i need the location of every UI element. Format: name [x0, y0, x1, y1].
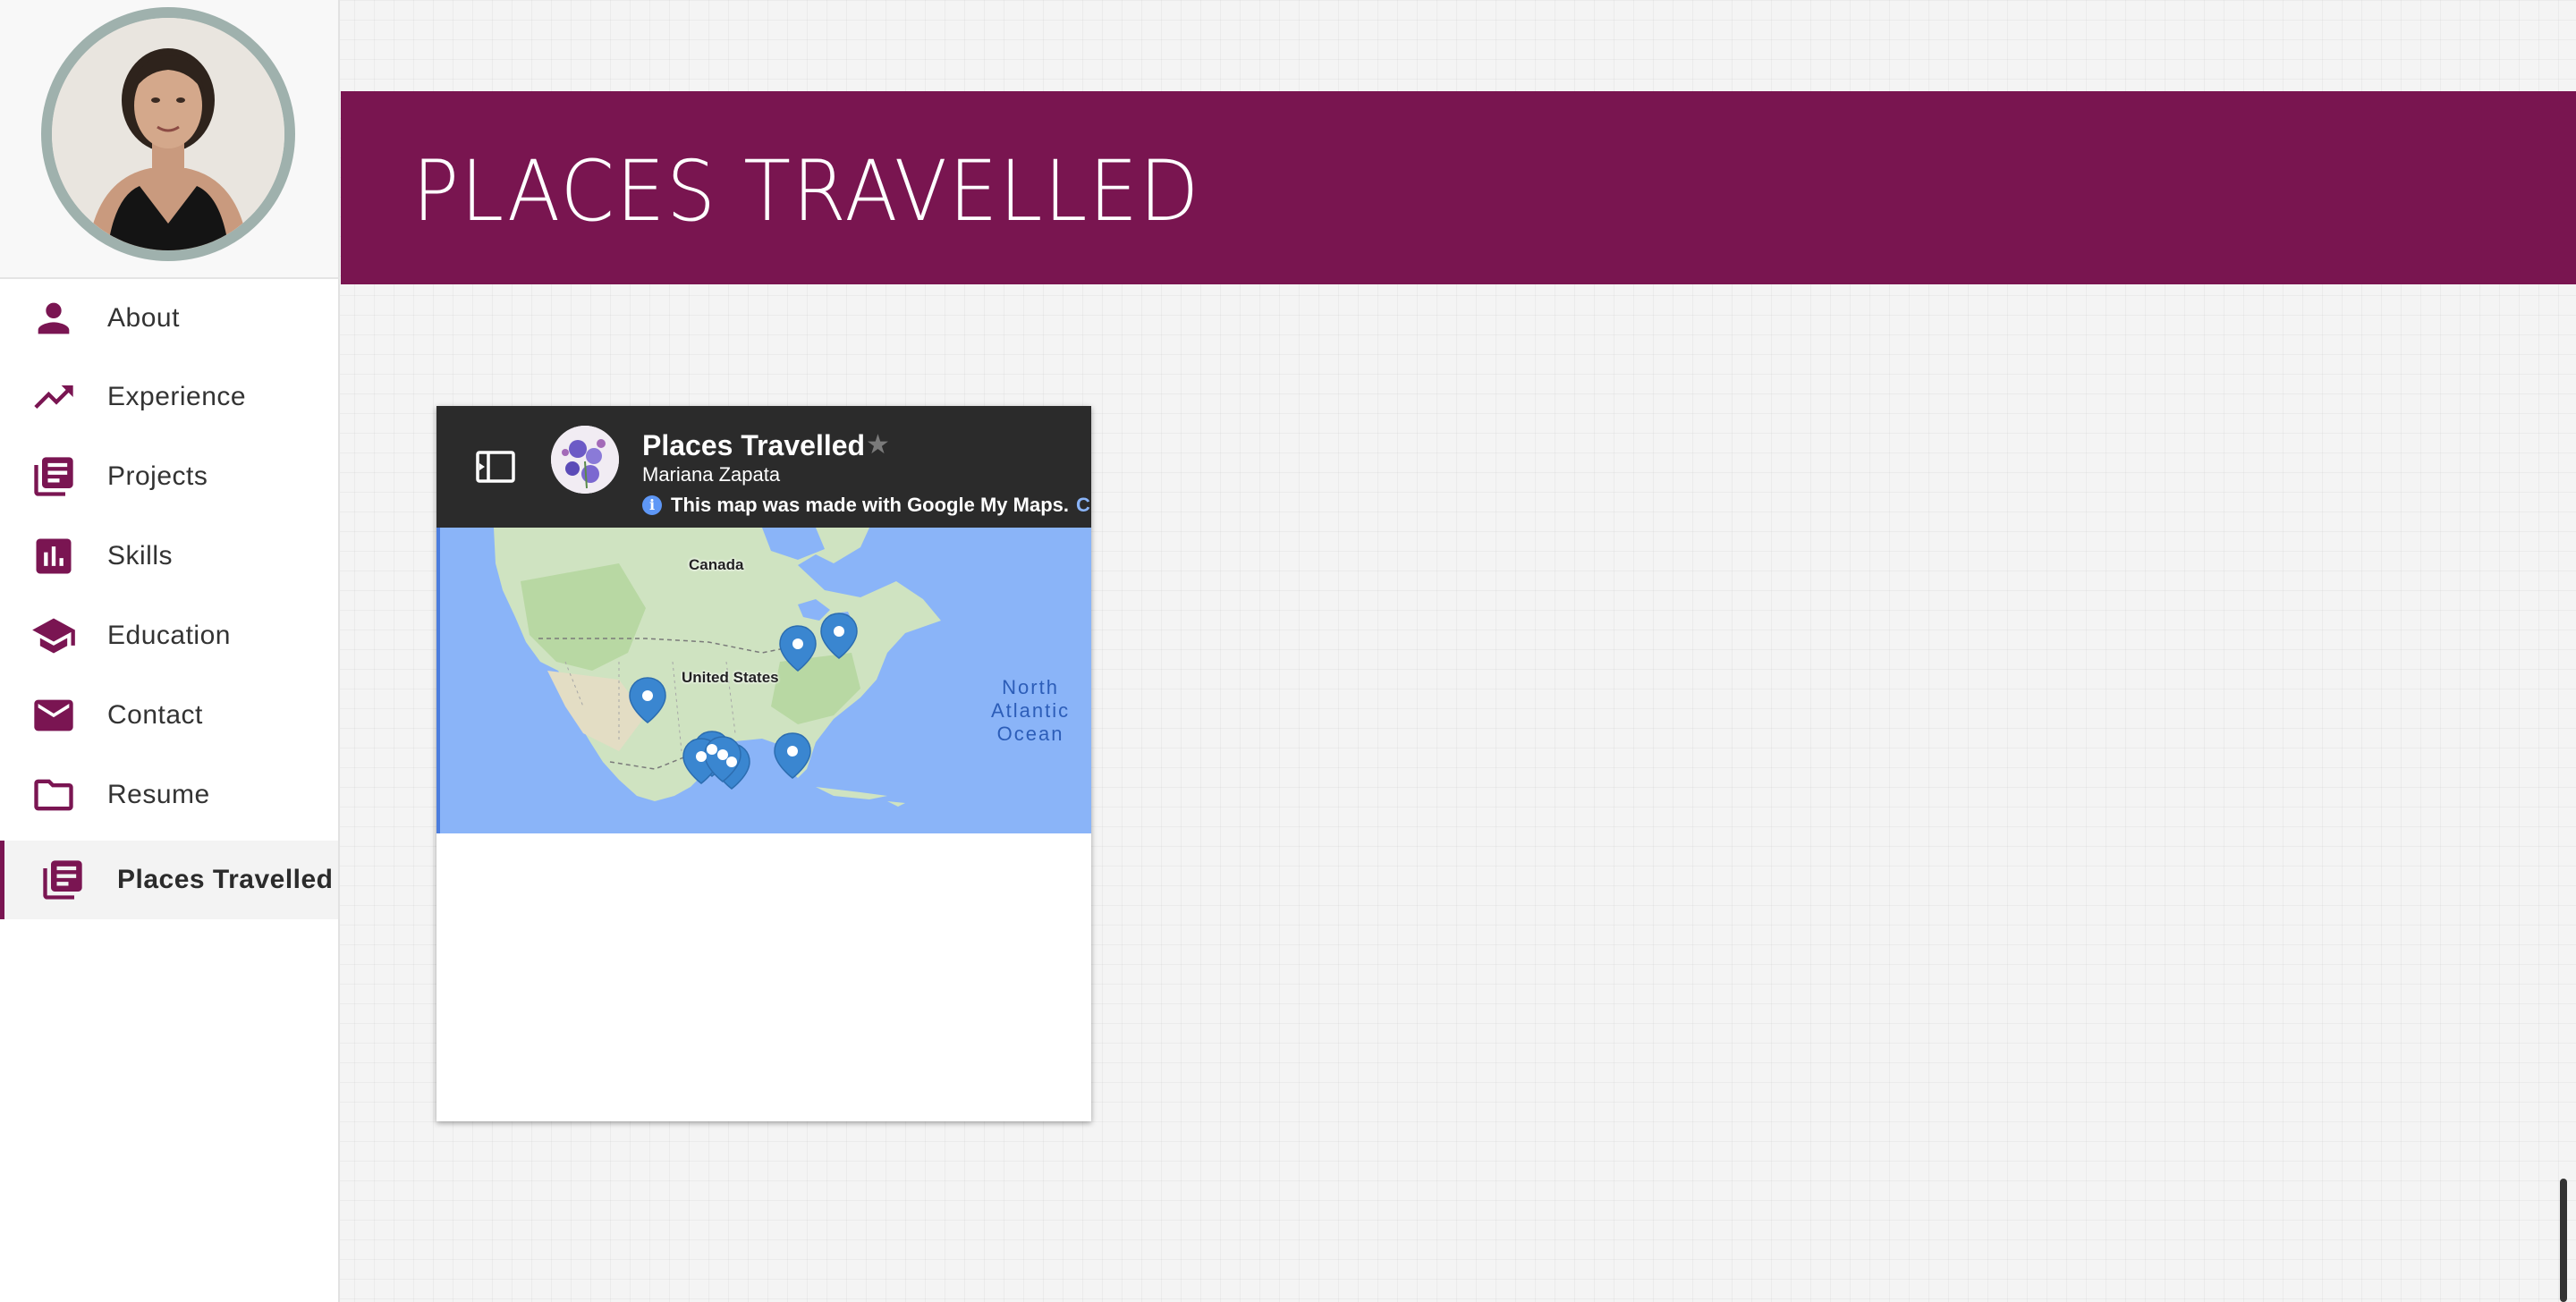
- avatar-photo: [52, 18, 284, 250]
- map-label-canada: Canada: [689, 556, 744, 573]
- sidebar-item-about[interactable]: About: [0, 279, 338, 358]
- map-thumbnail-icon: [551, 426, 619, 494]
- profile-section: [0, 0, 338, 279]
- sidebar-item-label: Resume: [107, 780, 210, 809]
- sidebar-item-skills[interactable]: Skills: [0, 517, 338, 596]
- sidebar-item-label: Education: [107, 621, 231, 650]
- sidebar-item-resume[interactable]: Resume: [0, 756, 338, 834]
- map-embed-body: [436, 833, 1091, 1121]
- map-header: Places Travelled ★ Mariana Zapata i This…: [436, 406, 1091, 528]
- school-icon: [29, 611, 79, 661]
- map-label-united-states: United States: [682, 669, 779, 686]
- mail-icon: [29, 690, 79, 740]
- sidebar-item-label: Places Travelled: [117, 865, 334, 894]
- sidebar-item-label: Skills: [107, 541, 174, 571]
- sidebar-item-label: About: [107, 303, 180, 333]
- star-icon[interactable]: ★: [866, 429, 890, 461]
- map-canvas[interactable]: Canada United States North Atlantic Ocea…: [436, 528, 1091, 833]
- trending-up-icon: [29, 372, 79, 422]
- sidebar-item-projects[interactable]: Projects: [0, 437, 338, 516]
- sidebar-item-places-travelled[interactable]: Places Travelled: [0, 841, 338, 919]
- sidebar: About Experience Projects Skills Educati: [0, 0, 340, 1302]
- scrollbar-thumb[interactable]: [2560, 1179, 2567, 1302]
- sidebar-item-label: Experience: [107, 382, 247, 411]
- info-icon: i: [642, 495, 662, 515]
- sidebar-item-contact[interactable]: Contact: [0, 676, 338, 755]
- page-title: PLACES TRAVELLED: [412, 143, 1201, 241]
- sidebar-item-experience[interactable]: Experience: [0, 358, 338, 436]
- sidebar-item-label: Contact: [107, 700, 203, 730]
- sidebar-item-label: Projects: [107, 461, 208, 491]
- map-notice: i This map was made with Google My Maps.…: [642, 494, 1091, 517]
- avatar: [41, 7, 295, 261]
- page-header: PLACES TRAVELLED: [341, 91, 2576, 284]
- bar-chart-icon: [29, 531, 79, 581]
- map-author: Mariana Zapata: [642, 463, 781, 486]
- person-icon: [29, 293, 79, 343]
- folder-icon: [29, 770, 79, 820]
- map-label-ocean: North Atlantic Ocean: [991, 676, 1071, 745]
- create-map-link[interactable]: Crea: [1076, 494, 1091, 517]
- library-books-icon: [29, 452, 79, 502]
- legend-toggle-icon[interactable]: [474, 445, 517, 488]
- map-title[interactable]: Places Travelled: [642, 429, 865, 462]
- sidebar-item-education[interactable]: Education: [0, 596, 338, 675]
- library-books-icon: [38, 855, 88, 905]
- map-embed[interactable]: Places Travelled ★ Mariana Zapata i This…: [436, 406, 1091, 1121]
- map-notice-text: This map was made with Google My Maps.: [671, 494, 1069, 516]
